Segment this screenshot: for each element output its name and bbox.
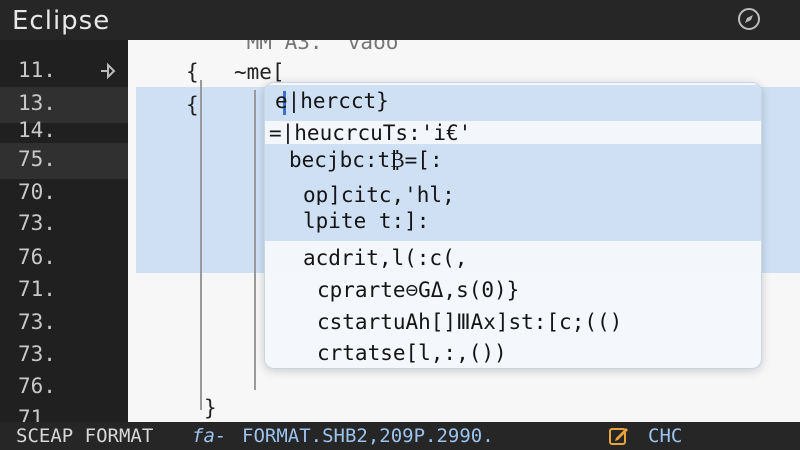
gutter-row: 73. [0,207,128,243]
line-number: 76. [18,245,56,269]
gutter-row: 73. [0,338,128,374]
line-number: 75. [18,147,56,171]
line-number: 71. [18,277,56,301]
title-bar: Eclipse [0,0,800,40]
code-line: ~me[ [234,60,285,84]
line-number: 70. [18,180,56,204]
gutter-row: 73. [0,306,128,342]
status-format: FORMAT.SHB2,209P.2990. [242,425,494,447]
completion-item[interactable]: crtatse[l,:,()) [265,337,761,368]
indent-guide [254,90,256,390]
gutter-row: 75. [0,143,128,179]
line-number: 73. [18,342,56,366]
status-right: CHC [648,425,683,447]
line-number: 73. [18,310,56,334]
edit-icon[interactable] [607,424,631,448]
gutter-row: 76. [0,241,128,277]
gutter-row: 76. [0,370,128,406]
code-line: } [204,396,217,420]
code-line: 'MM A3.' vaoo [234,40,399,54]
code-line: { [186,60,199,84]
fold-arrow-icon[interactable] [98,60,120,82]
gutter-row: 71. [0,273,128,309]
compass-icon[interactable] [736,6,762,32]
status-bar: SCEAP FORMAT fa- FORMAT.SHB2,209P.2990. … [0,422,800,450]
completion-item[interactable]: cprarte⊖GΔ,s(0)} [265,274,761,310]
status-mode: fa- [192,425,227,447]
code-line: { [186,93,199,117]
line-number: 76. [18,374,56,398]
line-number: 14. [18,118,56,142]
gutter-row: 11. [0,54,128,90]
completion-popup: e|hercct} =|heucrcuTs:'i€' becjbc:t₿=[: … [264,82,762,369]
line-number: 13. [18,91,56,115]
completion-item[interactable]: lpite t:]: [265,205,761,241]
line-number: 11. [18,58,56,82]
status-left: SCEAP FORMAT [16,425,154,447]
completion-item[interactable]: becjbc:t₿=[: [265,144,761,180]
app-title: Eclipse [12,6,111,36]
completion-item[interactable]: acdrit,l(:c(, [265,242,761,278]
completion-item[interactable]: e|hercct} [265,85,761,121]
line-number-gutter: 11. 13. 14. 75. 70. 73. 76. 71. 73. 73. … [0,40,128,430]
line-number: 73. [18,211,56,235]
indent-guide [200,80,202,410]
